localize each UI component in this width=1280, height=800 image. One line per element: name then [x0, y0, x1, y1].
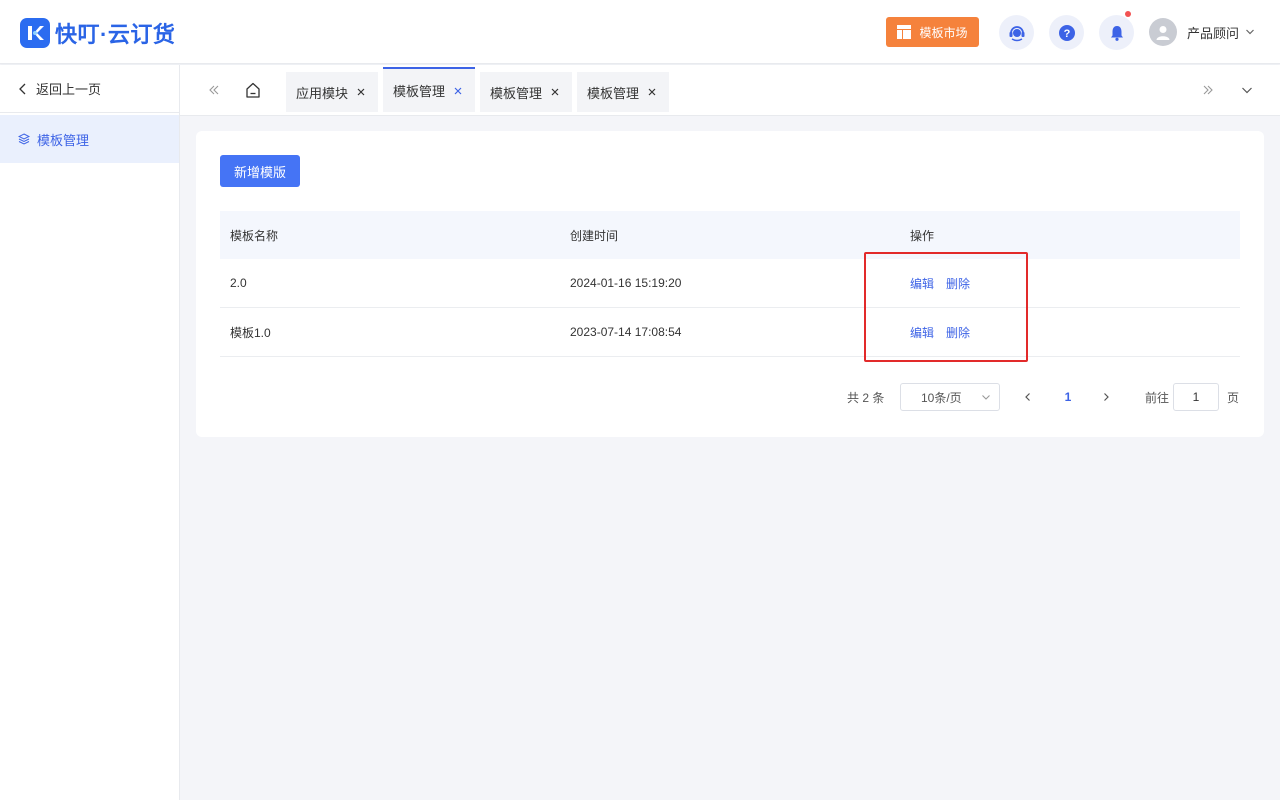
tab-close-button[interactable] [356, 87, 366, 97]
page-size-value: 10条/页 [921, 390, 962, 405]
notification-dot [1125, 11, 1131, 17]
created-time-cell: 2024-01-16 15:19:20 [570, 276, 682, 290]
template-name-cell: 模板1.0 [230, 325, 271, 340]
logo-mark-icon [20, 18, 50, 48]
app-name: 快叮·云订货 [55, 22, 176, 47]
user-menu[interactable]: 产品顾问 [1149, 18, 1255, 46]
close-icon [551, 88, 559, 96]
goto-suffix: 页 [1227, 390, 1240, 405]
app-logo[interactable]: 快叮·云订货 [20, 17, 175, 49]
tab-close-button[interactable] [647, 87, 657, 97]
template-table: 模板名称 创建时间 操作 2.0 2024-01-16 15:19:20 编辑 … [220, 211, 1240, 357]
content-card: 新增模版 模板名称 创建时间 操作 2.0 2024-01-16 15:19:2… [196, 131, 1264, 437]
template-market-button[interactable]: 模板市场 [886, 17, 979, 47]
tab-app-module[interactable]: 应用模块 [286, 72, 378, 112]
top-header: 快叮·云订货 模板市场 ? 产品顾问 [0, 0, 1280, 64]
table-row: 模板1.0 2023-07-14 17:08:54 编辑 删除 [220, 308, 1240, 357]
goto-label: 前往 [1145, 390, 1170, 405]
layers-icon [18, 133, 30, 145]
column-header-name: 模板名称 [230, 228, 279, 243]
chevron-down-icon [1242, 87, 1252, 94]
tab-template-management-active[interactable]: 模板管理 [383, 67, 475, 112]
chevron-left-icon [1025, 393, 1030, 401]
tab-label: 模板管理 [393, 84, 446, 99]
delete-link[interactable]: 删除 [946, 324, 970, 341]
tabs-bar: 应用模块 模板管理 模板管理 模板管理 [180, 65, 1280, 116]
next-page-button[interactable] [1094, 383, 1118, 411]
tab-close-button[interactable] [550, 87, 560, 97]
chevron-left-icon [19, 83, 26, 94]
table-header: 模板名称 创建时间 操作 [220, 211, 1240, 259]
add-template-button[interactable]: 新增模版 [220, 155, 300, 187]
template-market-icon [897, 25, 912, 39]
tab-label: 模板管理 [490, 85, 543, 101]
scroll-tabs-right-button[interactable] [1196, 65, 1220, 115]
page-number-current[interactable]: 1 [1056, 383, 1080, 411]
page-size-select[interactable]: 10条/页 [900, 383, 1000, 411]
chevron-down-icon [1246, 29, 1254, 35]
template-market-label: 模板市场 [919, 25, 968, 40]
tab-template-management-3[interactable]: 模板管理 [577, 72, 669, 112]
back-link[interactable]: 返回上一页 [0, 65, 179, 113]
goto-page-input[interactable] [1173, 383, 1219, 411]
edit-link[interactable]: 编辑 [910, 275, 934, 292]
help-icon: ? [1058, 24, 1075, 41]
edit-link[interactable]: 编辑 [910, 324, 934, 341]
bell-icon [1110, 25, 1123, 41]
sidebar: 返回上一页 模板管理 [0, 65, 180, 800]
sidebar-item-label: 模板管理 [37, 132, 90, 148]
tab-template-management-2[interactable]: 模板管理 [480, 72, 572, 112]
sidebar-item-template-management[interactable]: 模板管理 [0, 115, 179, 163]
tab-label: 模板管理 [587, 85, 640, 101]
chevron-down-icon [982, 395, 990, 400]
help-button[interactable]: ? [1049, 15, 1084, 50]
double-chevron-left-icon [209, 85, 219, 95]
back-label: 返回上一页 [36, 82, 102, 97]
actions-cell: 编辑 删除 [900, 324, 1240, 341]
tabs-menu-button[interactable] [1235, 65, 1259, 115]
home-icon [246, 82, 260, 98]
created-time-cell: 2023-07-14 17:08:54 [570, 325, 682, 339]
close-icon [357, 88, 365, 96]
svg-text:?: ? [1063, 28, 1070, 40]
customer-service-icon [1009, 25, 1024, 41]
prev-page-button[interactable] [1016, 383, 1040, 411]
actions-cell: 编辑 删除 [900, 275, 1240, 292]
user-avatar-icon [1156, 26, 1170, 40]
close-icon [648, 88, 656, 96]
column-header-created: 创建时间 [570, 228, 619, 243]
double-chevron-right-icon [1203, 85, 1213, 95]
customer-service-button[interactable] [999, 15, 1034, 50]
table-row: 2.0 2024-01-16 15:19:20 编辑 删除 [220, 259, 1240, 308]
pagination-total: 共 2 条 [847, 390, 885, 405]
home-tab-button[interactable] [240, 65, 266, 115]
avatar [1149, 18, 1177, 46]
notification-button[interactable] [1099, 11, 1134, 50]
tab-close-button[interactable] [453, 86, 463, 96]
template-name-cell: 2.0 [230, 276, 247, 290]
chevron-right-icon [1104, 393, 1109, 401]
column-header-actions: 操作 [910, 228, 935, 243]
close-icon [454, 87, 462, 94]
tab-label: 应用模块 [296, 85, 349, 101]
delete-link[interactable]: 删除 [946, 275, 970, 292]
scroll-tabs-left-button[interactable] [202, 65, 226, 115]
user-name: 产品顾问 [1187, 25, 1240, 41]
